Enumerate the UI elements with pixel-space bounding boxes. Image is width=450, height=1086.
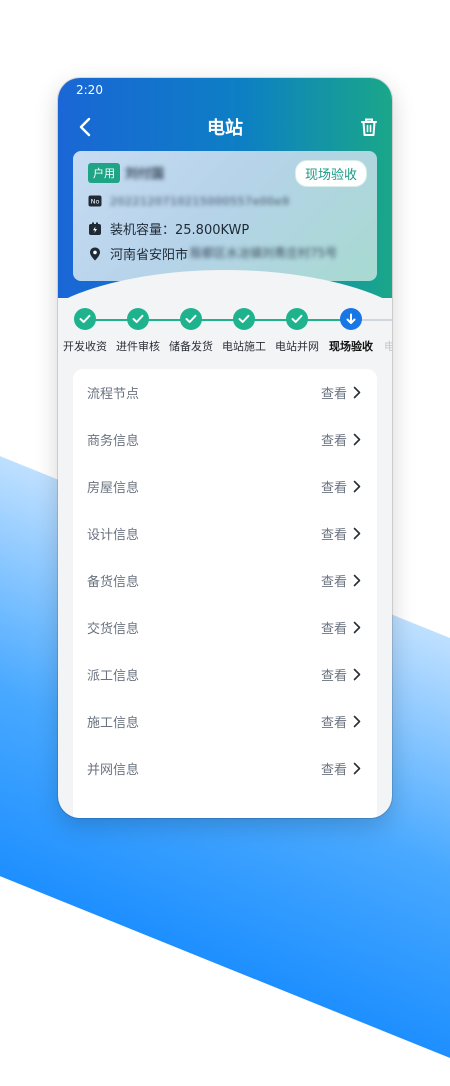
station-type-tag: 户用	[88, 163, 120, 183]
chevron-right-icon	[353, 480, 361, 493]
page-title: 电站	[207, 118, 243, 139]
list-item-house-info[interactable]: 房屋信息 查看	[73, 463, 377, 510]
chevron-right-icon	[353, 527, 361, 540]
view-link[interactable]: 查看	[321, 712, 361, 731]
view-label: 查看	[320, 434, 347, 449]
chevron-right-icon	[353, 621, 361, 634]
view-label: 查看	[320, 481, 347, 496]
list-item-label: 并网信息	[87, 763, 140, 778]
step-1[interactable]: 开发收资	[59, 308, 111, 354]
location-pin-icon	[88, 247, 102, 261]
check-icon	[286, 308, 308, 330]
view-label: 查看	[320, 763, 347, 778]
chevron-right-icon	[353, 668, 361, 681]
svg-text:No: No	[91, 198, 100, 206]
chevron-right-icon	[353, 574, 361, 587]
step-label: 储备发货	[169, 340, 213, 353]
chevron-right-icon	[353, 433, 361, 446]
stage-badge: 现场验收	[295, 160, 368, 187]
view-label: 查看	[320, 716, 347, 731]
list-item-label: 流程节点	[87, 387, 140, 402]
serial-row: No 2022120710215000557e00e9	[88, 194, 290, 208]
list-item-stock-info[interactable]: 备货信息 查看	[73, 557, 377, 604]
list-item-dispatch-info[interactable]: 派工信息 查看	[73, 651, 377, 698]
serial-number: 2022120710215000557e00e9	[110, 194, 290, 208]
trash-icon	[361, 118, 377, 136]
view-link[interactable]: 查看	[321, 571, 361, 590]
list-item-label: 备货信息	[87, 575, 140, 590]
capacity-row: 装机容量：25.800KWP	[88, 219, 249, 238]
step-label: 进件审核	[116, 340, 160, 353]
progress-steps: 开发收资 进件审核 储备发货 电站施工 电站并网 现场验收 电	[58, 308, 392, 358]
delete-button[interactable]	[356, 114, 382, 140]
step-7-pending[interactable]: 电	[362, 308, 392, 354]
station-info-card[interactable]: 户用 刘付国 现场验收 No 2022120710215000557e00e9	[73, 151, 377, 281]
view-label: 查看	[320, 622, 347, 637]
list-item-label: 房屋信息	[87, 481, 140, 496]
address-row: 河南省安阳市 殷都区水冶镇刘青庄村75号	[88, 244, 370, 263]
view-label: 查看	[320, 669, 347, 684]
view-link[interactable]: 查看	[321, 477, 361, 496]
list-item-label: 派工信息	[87, 669, 140, 684]
view-link[interactable]: 查看	[321, 618, 361, 637]
view-link[interactable]: 查看	[321, 430, 361, 449]
step-label: 开发收资	[63, 340, 107, 353]
list-item-label: 施工信息	[87, 716, 140, 731]
step-5[interactable]: 电站并网	[271, 308, 323, 354]
header: 2:20 电站 户用 刘付国 现场验收 No 20221207102150005…	[58, 78, 392, 298]
arrow-down-icon	[340, 308, 362, 330]
address-detail: 殷都区水冶镇刘青庄村75号	[190, 246, 338, 260]
chevron-right-icon	[353, 386, 361, 399]
phone-screen: 2:20 电站 户用 刘付国 现场验收 No 20221207102150005…	[58, 78, 392, 818]
check-icon	[127, 308, 149, 330]
address-prefix: 河南省安阳市	[110, 248, 189, 263]
view-link[interactable]: 查看	[321, 759, 361, 778]
step-3[interactable]: 储备发货	[165, 308, 217, 354]
view-label: 查看	[320, 528, 347, 543]
capacity-text: 装机容量：25.800KWP	[110, 223, 250, 238]
list-item-design-info[interactable]: 设计信息 查看	[73, 510, 377, 557]
list-item-business-info[interactable]: 商务信息 查看	[73, 416, 377, 463]
list-item-label: 交货信息	[87, 622, 140, 637]
list-item-label: 商务信息	[87, 434, 140, 449]
number-icon: No	[88, 194, 102, 208]
step-label: 电站并网	[275, 340, 319, 353]
list-item-grid-info[interactable]: 并网信息 查看	[73, 745, 377, 792]
view-label: 查看	[320, 575, 347, 590]
info-list-card: 流程节点 查看 商务信息 查看 房屋信息 查看 设计信息 查看 备货信息 查看 …	[73, 369, 377, 818]
list-item-label: 设计信息	[87, 528, 140, 543]
step-label: 电站施工	[222, 340, 266, 353]
battery-icon	[88, 222, 102, 236]
view-link[interactable]: 查看	[321, 665, 361, 684]
list-item-process-nodes[interactable]: 流程节点 查看	[73, 369, 377, 416]
view-link[interactable]: 查看	[321, 524, 361, 543]
step-label: 电	[384, 340, 392, 353]
view-label: 查看	[320, 387, 347, 402]
list-item-construction-info[interactable]: 施工信息 查看	[73, 698, 377, 745]
check-icon	[74, 308, 96, 330]
list-item-delivery-info[interactable]: 交货信息 查看	[73, 604, 377, 651]
status-time: 2:20	[76, 83, 103, 97]
step-2[interactable]: 进件审核	[112, 308, 164, 354]
check-icon	[233, 308, 255, 330]
chevron-right-icon	[353, 762, 361, 775]
check-icon	[180, 308, 202, 330]
view-link[interactable]: 查看	[321, 383, 361, 402]
step-4[interactable]: 电站施工	[218, 308, 270, 354]
owner-name: 刘付国	[125, 167, 165, 182]
chevron-right-icon	[353, 715, 361, 728]
